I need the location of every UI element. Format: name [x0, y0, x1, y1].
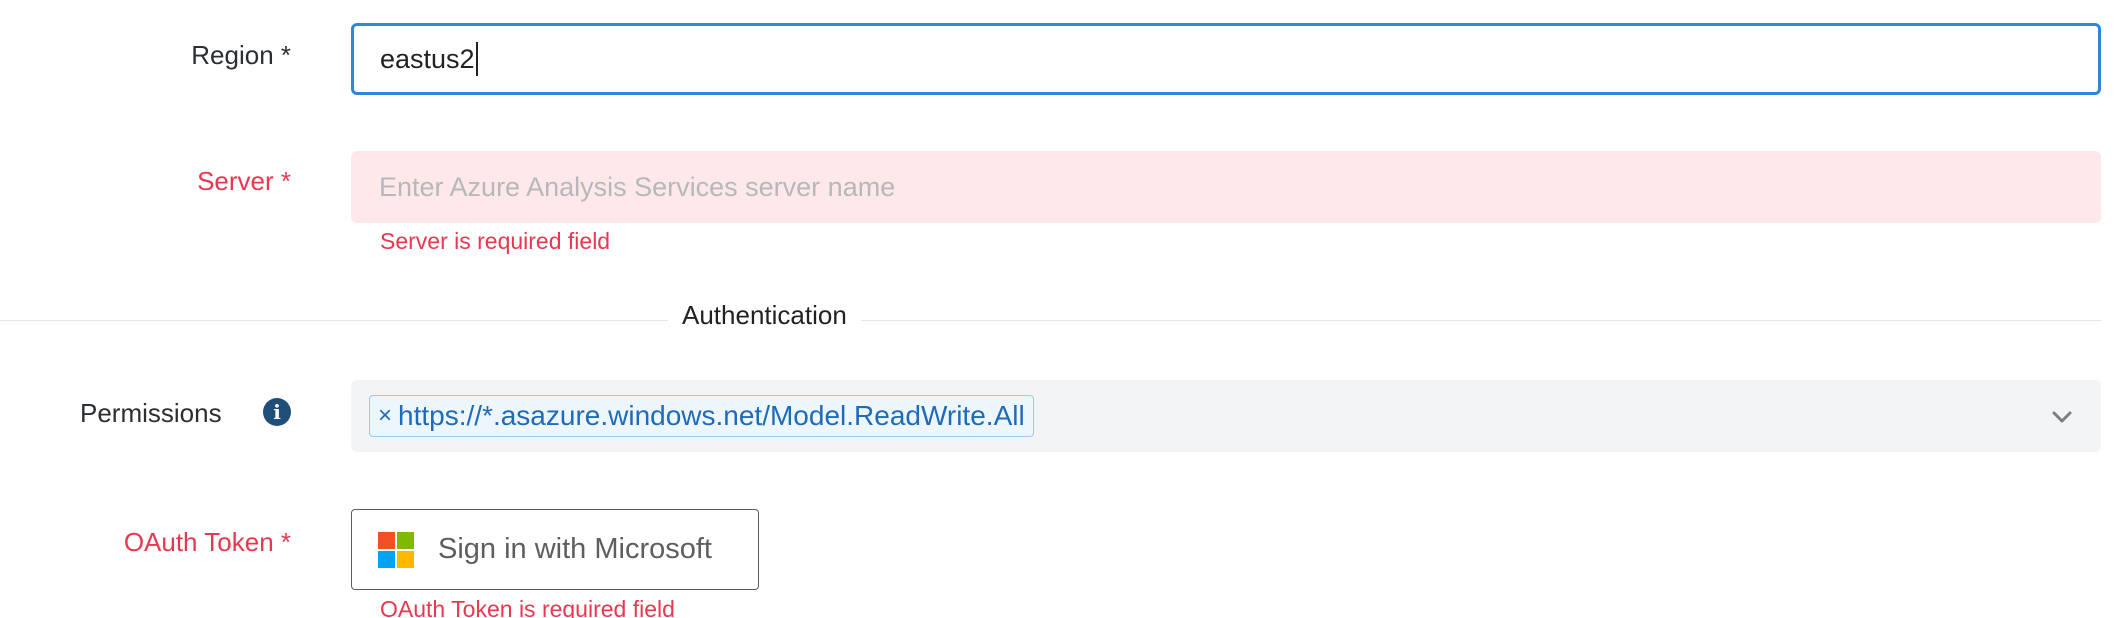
server-error-message: Server is required field: [380, 228, 611, 254]
microsoft-logo-icon: [378, 531, 414, 568]
server-input[interactable]: Enter Azure Analysis Services server nam…: [351, 151, 2101, 223]
permissions-select[interactable]: × https://*.asazure.windows.net/Model.Re…: [351, 380, 2101, 452]
chevron-down-icon[interactable]: [2051, 406, 2073, 428]
region-label: Region *: [191, 40, 291, 70]
permission-tag-label: https://*.asazure.windows.net/Model.Read…: [398, 400, 1025, 431]
authentication-section-title: Authentication: [668, 300, 861, 331]
server-input-placeholder: Enter Azure Analysis Services server nam…: [379, 171, 896, 202]
tag-remove-icon[interactable]: ×: [378, 402, 392, 430]
permissions-label: Permissions: [80, 398, 222, 428]
info-circle-icon[interactable]: i: [263, 398, 291, 426]
section-divider: [0, 320, 2101, 321]
region-input-value: eastus2: [380, 43, 475, 74]
oauth-token-error-message: OAuth Token is required field: [380, 596, 675, 618]
region-input[interactable]: eastus2: [351, 23, 2101, 95]
connection-form: Region * eastus2 Server * Enter Azure An…: [0, 0, 2114, 618]
sign-in-button-label: Sign in with Microsoft: [438, 533, 712, 565]
sign-in-microsoft-button[interactable]: Sign in with Microsoft: [351, 509, 759, 590]
permission-tag: × https://*.asazure.windows.net/Model.Re…: [369, 395, 1034, 437]
oauth-token-label: OAuth Token *: [123, 527, 291, 557]
text-caret: [475, 42, 478, 76]
server-label: Server *: [197, 166, 291, 196]
